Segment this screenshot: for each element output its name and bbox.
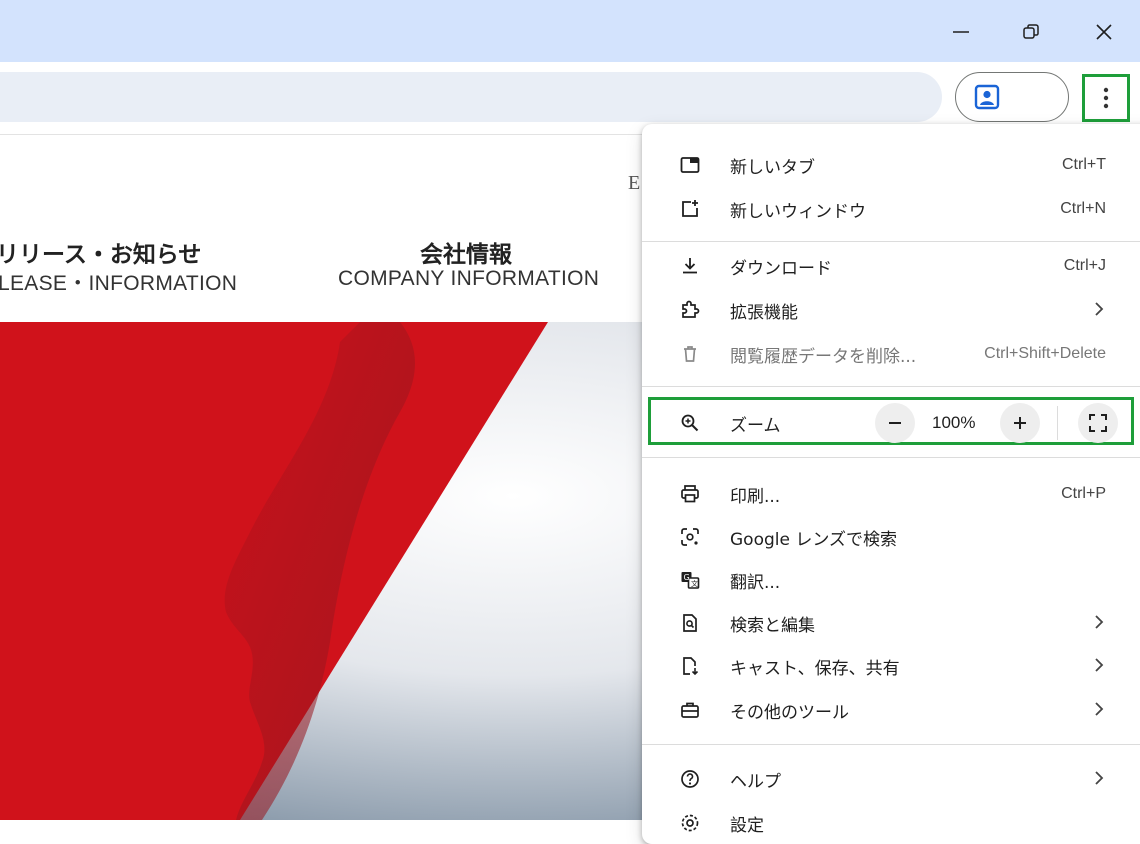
profile-button[interactable] bbox=[955, 72, 1069, 122]
menu-item-shortcut: Ctrl+P bbox=[1061, 485, 1106, 502]
menu-item-label: 閲覧履歴データを削除... bbox=[730, 346, 917, 367]
zoom-label: ズーム bbox=[730, 415, 781, 436]
menu-item-label: ヘルプ bbox=[730, 771, 781, 792]
nav-release-subtitle[interactable]: LEASE・INFORMATION bbox=[0, 267, 237, 297]
zoom-value: 100% bbox=[932, 413, 976, 432]
restore-icon bbox=[1023, 24, 1039, 39]
address-bar[interactable] bbox=[0, 72, 942, 122]
download-icon bbox=[683, 258, 697, 274]
lens-icon bbox=[681, 528, 699, 546]
zoom-icon bbox=[681, 414, 699, 432]
nav-company-subtitle[interactable]: COMPANY INFORMATION bbox=[338, 267, 599, 291]
find-edit-icon bbox=[683, 614, 697, 632]
menu-item-cast-save-share[interactable]: キャスト、保存、共有 bbox=[642, 646, 1140, 686]
chevron-right-icon bbox=[1095, 615, 1104, 629]
menu-item-help[interactable]: ヘルプ bbox=[642, 759, 1140, 799]
help-icon bbox=[681, 770, 699, 788]
menu-item-label: 新しいウィンドウ bbox=[730, 201, 866, 222]
menu-item-shortcut: Ctrl+N bbox=[1060, 200, 1106, 217]
menu-item-google-lens[interactable]: Google レンズで検索 bbox=[642, 517, 1140, 557]
new-tab-icon bbox=[680, 157, 700, 173]
zoom-out-button[interactable] bbox=[875, 403, 915, 443]
nav-company-title[interactable]: 会社情報 bbox=[420, 235, 512, 269]
more-vert-icon bbox=[1103, 87, 1109, 109]
minimize-icon bbox=[953, 31, 969, 33]
menu-item-label: ダウンロード bbox=[730, 258, 832, 279]
fullscreen-icon bbox=[1089, 414, 1107, 432]
profile-icon bbox=[974, 84, 1000, 110]
menu-item-downloads[interactable]: ダウンロード Ctrl+J bbox=[642, 246, 1140, 286]
menu-item-settings[interactable]: 設定 bbox=[642, 803, 1140, 843]
menu-item-extensions[interactable]: 拡張機能 bbox=[642, 290, 1140, 330]
menu-item-translate[interactable]: G文 翻訳... bbox=[642, 560, 1140, 600]
minus-icon bbox=[889, 422, 901, 424]
menu-item-zoom: ズーム bbox=[642, 403, 872, 443]
plus-icon bbox=[1014, 417, 1026, 429]
menu-item-label: 翻訳... bbox=[730, 572, 781, 593]
menu-divider bbox=[642, 241, 1140, 242]
menu-item-shortcut: Ctrl+Shift+Delete bbox=[984, 345, 1106, 362]
menu-item-print[interactable]: 印刷... Ctrl+P bbox=[642, 474, 1140, 514]
zoom-divider bbox=[1057, 406, 1058, 440]
translate-icon: G文 bbox=[681, 572, 700, 589]
menu-item-new-tab[interactable]: 新しいタブ Ctrl+T bbox=[642, 145, 1140, 185]
chevron-right-icon bbox=[1095, 771, 1104, 785]
menu-item-label: 拡張機能 bbox=[730, 302, 798, 323]
restore-button[interactable] bbox=[1008, 12, 1054, 52]
fullscreen-button[interactable] bbox=[1078, 403, 1118, 443]
chrome-menu: 新しいタブ Ctrl+T 新しいウィンドウ Ctrl+N ダウンロード Ctrl… bbox=[642, 124, 1140, 844]
menu-item-more-tools[interactable]: その他のツール bbox=[642, 690, 1140, 730]
menu-item-label: キャスト、保存、共有 bbox=[730, 658, 900, 679]
cast-save-share-icon bbox=[683, 657, 699, 676]
settings-icon bbox=[681, 814, 699, 832]
chevron-right-icon bbox=[1095, 702, 1104, 716]
menu-item-label: 印刷... bbox=[730, 486, 781, 507]
extensions-icon bbox=[682, 300, 700, 318]
menu-item-find-edit[interactable]: 検索と編集 bbox=[642, 603, 1140, 643]
nav-release-title[interactable]: リリース・お知らせ bbox=[0, 235, 201, 269]
menu-item-shortcut: Ctrl+J bbox=[1063, 257, 1106, 274]
zoom-in-button[interactable] bbox=[1000, 403, 1040, 443]
menu-item-new-window[interactable]: 新しいウィンドウ Ctrl+N bbox=[642, 189, 1140, 229]
minimize-button[interactable] bbox=[938, 12, 984, 52]
menu-divider bbox=[642, 744, 1140, 745]
header-partial-text: E bbox=[628, 172, 641, 194]
menu-divider bbox=[642, 457, 1140, 458]
chevron-right-icon bbox=[1095, 302, 1104, 316]
svg-text:文: 文 bbox=[691, 579, 698, 588]
title-bar bbox=[0, 0, 1140, 62]
chevron-right-icon bbox=[1095, 658, 1104, 672]
menu-item-label: 設定 bbox=[730, 815, 764, 836]
new-window-icon bbox=[682, 200, 698, 217]
menu-item-label: 検索と編集 bbox=[730, 615, 815, 636]
toolbox-icon bbox=[681, 702, 699, 718]
svg-text:G: G bbox=[684, 573, 690, 582]
trash-icon bbox=[684, 346, 696, 362]
close-button[interactable] bbox=[1081, 12, 1127, 52]
print-icon bbox=[681, 485, 699, 503]
menu-item-label: その他のツール bbox=[730, 702, 849, 723]
menu-divider bbox=[642, 386, 1140, 387]
menu-item-label: Google レンズで検索 bbox=[730, 529, 898, 550]
menu-item-label: 新しいタブ bbox=[730, 157, 815, 178]
chrome-menu-button[interactable] bbox=[1082, 74, 1130, 122]
menu-item-clear-browsing-data[interactable]: 閲覧履歴データを削除... Ctrl+Shift+Delete bbox=[642, 334, 1140, 374]
close-icon bbox=[1096, 24, 1112, 40]
menu-item-shortcut: Ctrl+T bbox=[1062, 156, 1106, 173]
